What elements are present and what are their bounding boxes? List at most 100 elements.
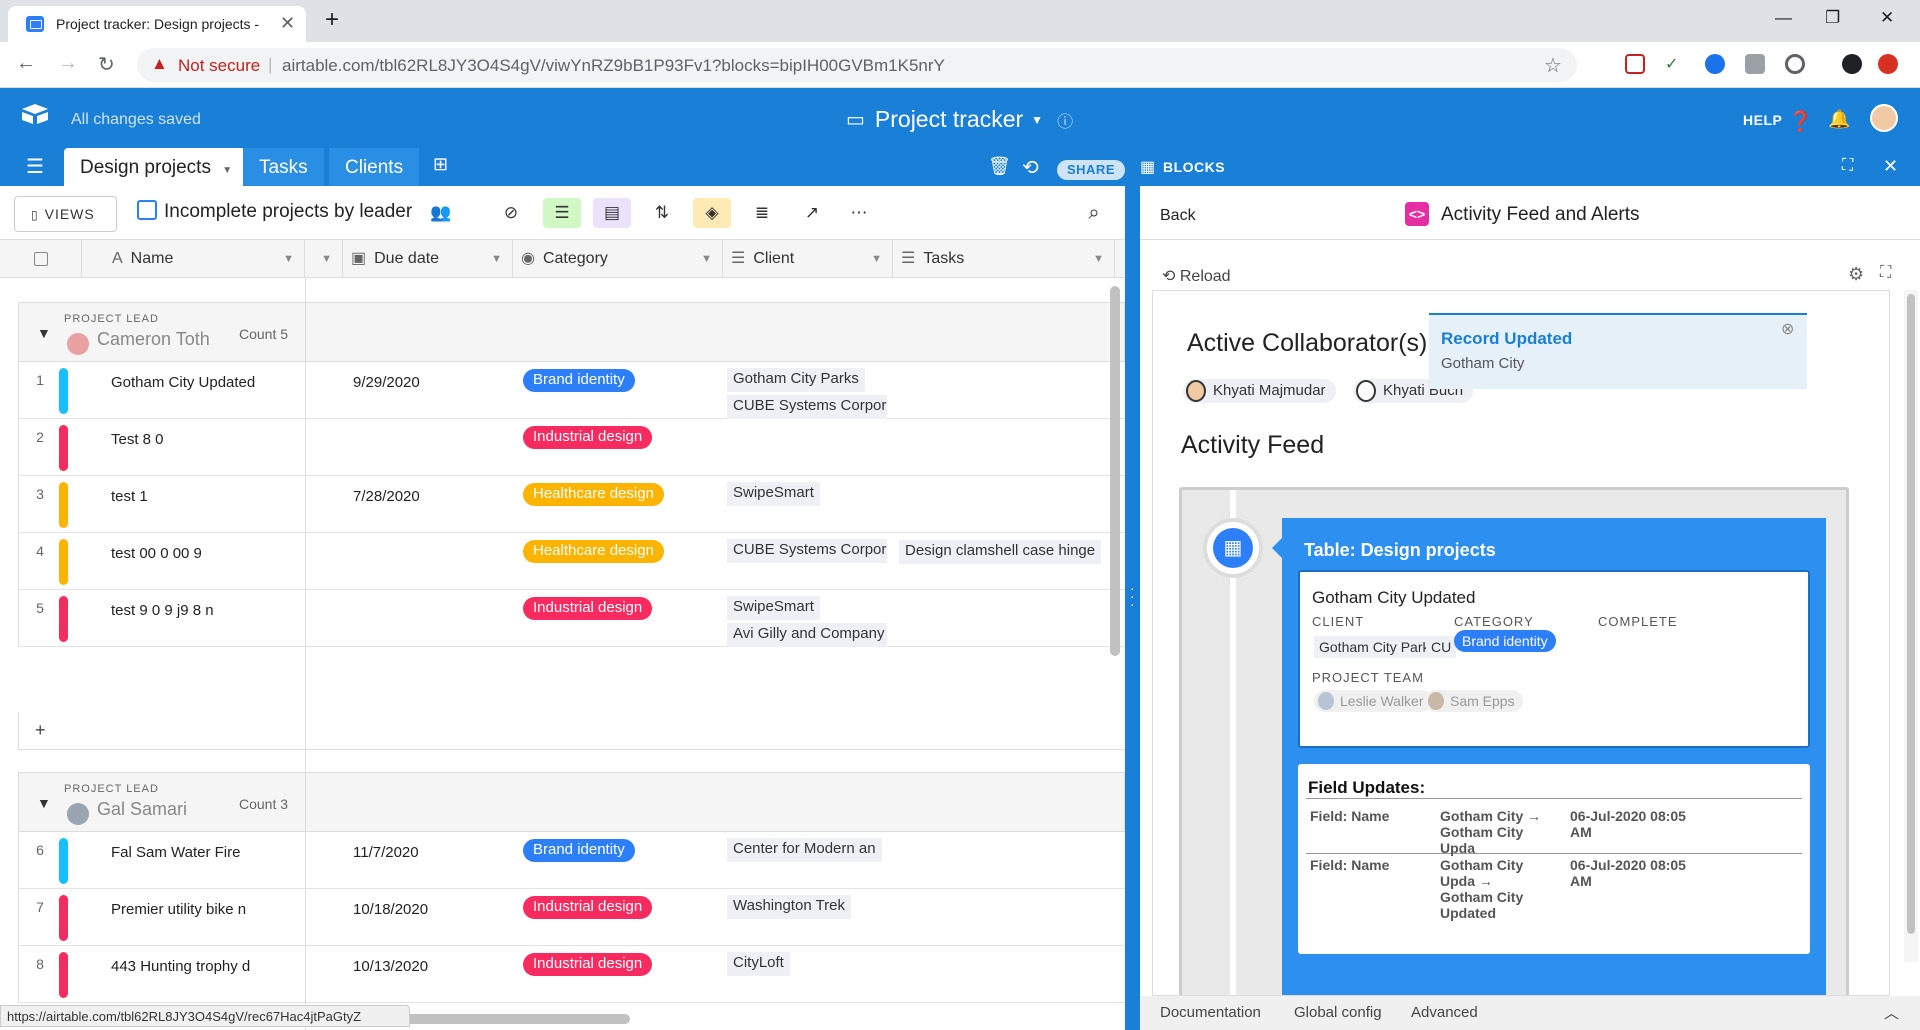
color-bucket-icon[interactable]: ◈ [693,198,731,228]
client-chip[interactable]: CUBE Systems Corpor [727,395,887,419]
back-button[interactable]: Back [1160,207,1196,225]
collapse-triangle-icon[interactable]: ▼ [37,795,51,811]
base-title-menu[interactable]: ▭ Project tracker ▼ ⓘ [846,106,1073,133]
category-pill[interactable]: Healthcare design [523,540,664,563]
info-icon[interactable]: ⓘ [1057,108,1073,132]
close-blocks-icon[interactable]: ✕ [1883,156,1898,177]
tab-design-projects[interactable]: Design projects ▼ [64,148,249,186]
cell-due-date[interactable]: 11/7/2020 [353,844,419,861]
client-chip[interactable]: Gotham City Parks [727,368,865,392]
documentation-link[interactable]: Documentation [1160,1004,1261,1021]
browser-tab[interactable]: Project tracker: Design projects - ✕ [8,6,306,42]
close-window-icon[interactable]: ✕ [1880,8,1894,28]
column-header-category[interactable]: ◉ Category ▼ [513,240,723,278]
cell-name[interactable]: test 1 [111,488,148,505]
hamburger-menu-icon[interactable]: ☰ [26,154,44,179]
chevron-down-icon[interactable]: ▼ [1093,240,1104,278]
profile-icon[interactable] [1842,54,1862,74]
advanced-link[interactable]: Advanced [1411,1004,1478,1021]
chevron-down-icon[interactable]: ▼ [871,240,882,278]
group-header[interactable]: ▼ PROJECT LEAD Gal Samari Count 3 [18,772,1125,832]
hide-fields-icon[interactable]: ⊘ [492,198,530,228]
cell-name[interactable]: Premier utility bike n [111,901,246,918]
client-chip[interactable]: Center for Modern an [727,838,882,862]
user-avatar[interactable] [1870,104,1898,132]
close-alert-icon[interactable]: ⊗ [1781,319,1794,339]
collaborators-icon[interactable]: 👥 [422,198,460,228]
extension-shield-icon[interactable] [1625,54,1645,74]
table-row[interactable]: 6 Fal Sam Water Fire 11/7/2020 Brand ide… [18,832,1125,889]
chevron-down-icon[interactable]: ▼ [491,240,502,278]
collapse-triangle-icon[interactable]: ▼ [37,325,51,341]
cell-due-date[interactable]: 10/13/2020 [353,958,428,975]
tab-clients[interactable]: Clients [329,148,419,186]
reload-button[interactable]: ⟲ Reload [1162,266,1231,286]
client-chip[interactable]: Washington Trek [727,895,851,919]
extension-checkmark-icon[interactable]: ✓ [1665,54,1685,74]
view-name[interactable]: Incomplete projects by leader [164,201,412,223]
client-chip[interactable]: SwipeSmart [727,482,820,506]
table-row[interactable]: 4 test 00 0 00 9 Healthcare design CUBE S… [18,533,1125,590]
update-alert-icon[interactable] [1878,54,1898,74]
client-chip[interactable]: SwipeSmart [727,596,820,620]
history-icon[interactable]: ⟲ [1022,155,1039,180]
airtable-logo-icon[interactable] [20,104,50,124]
table-row[interactable]: 2 Test 8 0 Industrial design [18,419,1125,476]
category-pill[interactable]: Industrial design [523,426,653,449]
cell-name[interactable]: 443 Hunting trophy d [111,958,250,975]
add-row-icon[interactable]: + [35,720,46,741]
back-arrow-icon[interactable]: ← [16,52,36,75]
reload-icon[interactable]: ↻ [98,52,115,77]
column-header-tasks[interactable]: ☰ Tasks ▼ [893,240,1115,278]
trash-icon[interactable]: 🗑 [988,156,1011,177]
group-header[interactable]: ▼ PROJECT LEAD Cameron Toth Count 5 [18,302,1125,362]
select-all-checkbox[interactable] [34,252,48,266]
column-header-client[interactable]: ☰ Client ▼ [723,240,893,278]
share-view-icon[interactable]: ↗ [793,198,831,228]
category-pill[interactable]: Industrial design [523,896,653,919]
client-chip[interactable]: CityLoft [727,952,790,976]
fullscreen-icon[interactable]: ⛶ [1880,264,1891,282]
vertical-scrollbar[interactable] [1110,286,1120,656]
category-pill[interactable]: Brand identity [523,369,635,392]
tab-tasks[interactable]: Tasks [243,148,324,186]
column-header-name[interactable]: A Name ▼ [82,240,305,278]
cell-name[interactable]: Fal Sam Water Fire [111,844,240,861]
share-button[interactable]: SHARE [1057,160,1125,180]
extension-camera-icon[interactable] [1745,54,1765,74]
chevron-down-icon[interactable]: ▼ [701,240,712,278]
cell-due-date[interactable]: 9/29/2020 [353,374,420,391]
table-row[interactable]: 5 test 9 0 9 j9 8 n Industrial design Swi… [18,590,1125,647]
new-tab-icon[interactable]: + [325,6,339,34]
maximize-icon[interactable]: ❐ [1825,8,1840,28]
minimize-icon[interactable]: — [1775,8,1792,28]
cell-name[interactable]: Gotham City Updated [111,374,255,391]
record-card[interactable]: Gotham City Updated CLIENT CATEGORY COMP… [1298,570,1810,748]
search-icon[interactable]: ⌕ [1075,198,1113,228]
extension-globe-icon[interactable] [1705,54,1725,74]
client-chip[interactable]: Avi Gilly and Company [727,623,887,647]
cell-due-date[interactable]: 10/18/2020 [353,901,428,918]
filter-icon[interactable]: ☰ [543,198,581,228]
category-pill[interactable]: Industrial design [523,953,653,976]
task-chip[interactable]: Design clamshell case hinge [899,540,1102,564]
category-pill[interactable]: Industrial design [523,597,653,620]
block-scrollbar-thumb[interactable] [1907,294,1915,934]
close-tab-icon[interactable]: ✕ [280,13,295,34]
table-row[interactable]: 1 Gotham City Updated 9/29/2020 Brand id… [18,362,1125,419]
forward-arrow-icon[interactable]: → [58,52,78,75]
table-row[interactable]: 3 test 1 7/28/2020 Healthcare design Swip… [18,476,1125,533]
global-config-link[interactable]: Global config [1294,1004,1382,1021]
column-header-due-date[interactable]: ▣ Due date ▼ [343,240,513,278]
row-height-icon[interactable]: ≣ [743,198,781,228]
client-chip[interactable]: CUBE Systems Corpor [727,539,887,563]
table-row[interactable]: 7 Premier utility bike n 10/18/2020 Indu… [18,889,1125,946]
views-button[interactable]: ▯ VIEWS [14,196,117,232]
chevron-up-icon[interactable]: ︿ [1884,1002,1899,1023]
cell-due-date[interactable]: 7/28/2020 [353,488,420,505]
help-link[interactable]: HELP [1743,112,1782,128]
blocks-button[interactable]: BLOCKS [1163,159,1225,175]
add-table-icon[interactable]: ⊞ [433,154,448,175]
help-question-icon[interactable]: ❓ [1788,109,1813,134]
group-icon[interactable]: ▤ [593,198,631,228]
